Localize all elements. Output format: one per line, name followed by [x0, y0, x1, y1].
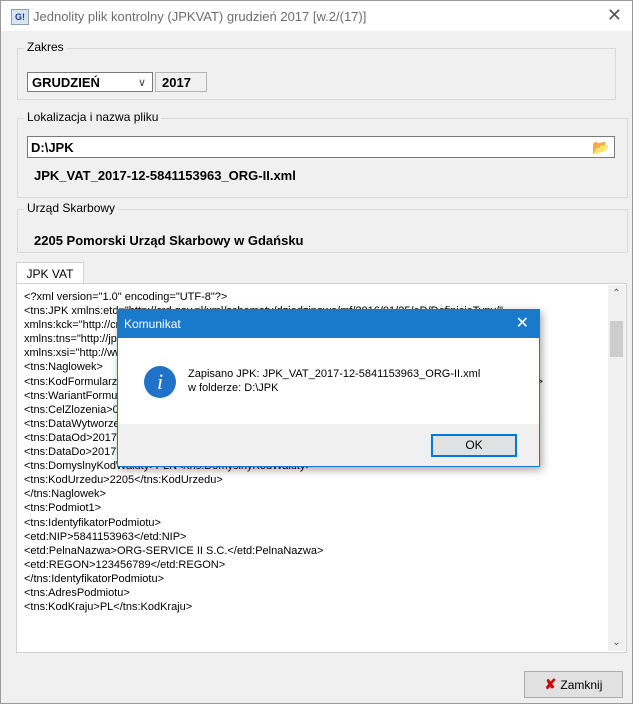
chevron-down-icon: ∨: [137, 77, 146, 89]
xml-line: <tns:Podmiot1>: [24, 502, 102, 515]
dialog-title: Komunikat: [124, 317, 181, 331]
xml-line: <etd:PelnaNazwa>ORG-SERVICE II S.C.</etd…: [24, 544, 324, 557]
xml-line: <etd:NIP>5841153963</etd:NIP>: [24, 530, 187, 543]
xml-line: </tns:Naglowek>: [24, 488, 106, 501]
tab-jpk-vat[interactable]: JPK VAT: [16, 262, 84, 285]
xml-line: <tns:AdresPodmiotu>: [24, 586, 130, 599]
scroll-down-icon[interactable]: ⌄: [608, 634, 625, 651]
zakres-label: Zakres: [24, 40, 67, 54]
close-button[interactable]: ✘ Zamknij: [524, 671, 623, 698]
year-field[interactable]: 2017: [155, 72, 207, 92]
vertical-scrollbar[interactable]: ⌃ ⌄: [608, 285, 625, 651]
ok-button[interactable]: OK: [431, 434, 517, 457]
dialog-close-button[interactable]: ✕: [516, 310, 529, 338]
xml-line: </tns:IdentyfikatorPodmiotu>: [24, 572, 165, 585]
dialog-message-line2: w folderze: D:\JPK: [188, 382, 279, 394]
scroll-thumb[interactable]: [610, 321, 623, 357]
path-input[interactable]: D:\JPK 📂: [27, 136, 615, 158]
dialog-title-bar: Komunikat ✕: [118, 310, 539, 338]
lokalizacja-group: Lokalizacja i nazwa pliku D:\JPK 📂 JPK_V…: [17, 110, 628, 198]
zakres-group: Zakres GRUDZIEŃ ∨ 2017: [17, 40, 616, 100]
path-value: D:\JPK: [31, 140, 74, 155]
month-select[interactable]: GRUDZIEŃ ∨: [27, 72, 153, 92]
lokalizacja-label: Lokalizacja i nazwa pliku: [24, 110, 162, 124]
tax-office-value: 2205 Pomorski Urząd Skarbowy w Gdańsku: [34, 233, 304, 248]
xml-line: <tns:KodUrzedu>2205</tns:KodUrzedu>: [24, 474, 223, 487]
file-name: JPK_VAT_2017-12-5841153963_ORG-II.xml: [34, 168, 296, 183]
xml-line: <?xml version="1.0" encoding="UTF-8"?>: [24, 291, 228, 303]
title-bar: G! Jednolity plik kontrolny (JPKVAT) gru…: [1, 1, 632, 31]
info-icon: i: [144, 366, 176, 398]
dialog-message-line1: Zapisano JPK: JPK_VAT_2017-12-5841153963…: [188, 368, 481, 380]
window-close-button[interactable]: ✕: [607, 5, 622, 26]
window-title: Jednolity plik kontrolny (JPKVAT) grudzi…: [33, 9, 367, 24]
month-value: GRUDZIEŃ: [32, 75, 100, 90]
app-logo-icon: G!: [11, 9, 29, 25]
dialog-message: Zapisano JPK: JPK_VAT_2017-12-5841153963…: [188, 367, 480, 395]
close-button-label: Zamknij: [560, 678, 603, 692]
xml-line: <etd:REGON>123456789</etd:REGON>: [24, 558, 226, 571]
xml-line: <tns:IdentyfikatorPodmiotu>: [24, 516, 161, 529]
dialog-footer: OK: [118, 424, 539, 466]
xml-line: <tns:KodKraju>PL</tns:KodKraju>: [24, 601, 193, 614]
scroll-up-icon[interactable]: ⌃: [608, 285, 625, 302]
close-x-icon: ✘: [544, 676, 557, 692]
urzad-label: Urząd Skarbowy: [24, 201, 119, 215]
folder-open-icon[interactable]: 📂: [592, 139, 610, 155]
urzad-group: Urząd Skarbowy 2205 Pomorski Urząd Skarb…: [17, 201, 628, 253]
message-dialog: Komunikat ✕ i Zapisano JPK: JPK_VAT_2017…: [117, 309, 540, 467]
